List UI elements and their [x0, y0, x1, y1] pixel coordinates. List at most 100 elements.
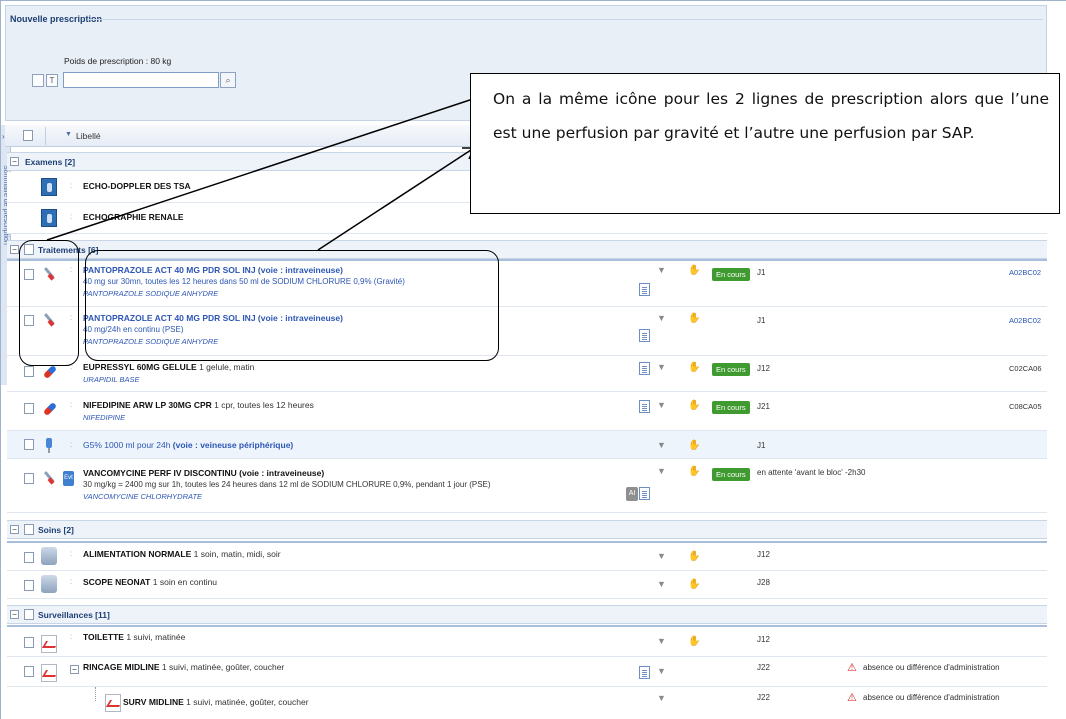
filter-icon[interactable]: ▼ — [657, 440, 666, 450]
atc-code[interactable]: C08CA05 — [1009, 402, 1042, 411]
document-icon[interactable] — [639, 666, 650, 679]
administer-hand-icon[interactable]: ✋ — [688, 362, 700, 373]
row-checkbox[interactable] — [24, 366, 34, 377]
exam-label: ECHO-DOPPLER DES TSA — [83, 181, 191, 191]
collapse-icon[interactable]: − — [10, 157, 19, 166]
treatment-detail-text: 30 mg/kg = 2400 mg sur 1h, toutes les 24… — [83, 480, 491, 489]
text-format-icon[interactable]: T — [46, 74, 58, 87]
exam-icon — [41, 209, 57, 227]
document-icon[interactable] — [639, 487, 650, 500]
filter-icon[interactable]: ▼ — [657, 666, 666, 676]
chart-icon — [105, 694, 121, 712]
warning-icon: ⚠ — [847, 692, 857, 704]
collapse-icon[interactable]: − — [10, 610, 19, 619]
row-checkbox[interactable] — [24, 552, 34, 563]
row-checkbox[interactable] — [24, 473, 34, 484]
surveillance-title-text: SURV MIDLINE — [123, 697, 184, 707]
status-badge: En cours — [712, 468, 750, 481]
day-label: J12 — [757, 364, 770, 373]
event-badge[interactable]: Evt — [63, 471, 74, 486]
row-checkbox[interactable] — [24, 580, 34, 591]
treatment-title-text: G5% 1000 ml pour 24h — [83, 440, 171, 450]
drip-icon — [41, 436, 57, 454]
tree-line — [95, 687, 96, 701]
surveillance-frequency: 1 suivi, matinée, goûter, coucher — [161, 662, 285, 672]
filter-icon[interactable]: ▼ — [657, 579, 666, 589]
administer-hand-icon[interactable]: ✋ — [688, 400, 700, 411]
surveillance-title: RINCAGE MIDLINE 1 suivi, matinée, goûter… — [83, 662, 284, 672]
care-title: ALIMENTATION NORMALE 1 soin, matin, midi… — [83, 549, 281, 559]
day-label: J1 — [757, 268, 766, 277]
lines-highlight-box — [85, 250, 499, 361]
atc-code[interactable]: A02BC02 — [1009, 268, 1041, 277]
panel-divider — [88, 19, 1043, 20]
document-icon[interactable] — [639, 283, 650, 296]
care-icon — [41, 575, 57, 593]
filter-icon[interactable]: ▼ — [657, 313, 666, 323]
surveillance-row[interactable]: : TOILETTE 1 suivi, matinée ▼ ✋ J12 — [7, 625, 1047, 657]
group-label: Soins [2] — [38, 525, 74, 535]
header-separator — [45, 127, 46, 145]
sort-icon[interactable]: ▼ — [65, 131, 72, 138]
row-checkbox[interactable] — [24, 637, 34, 648]
treatment-detail: 30 mg/kg = 2400 mg sur 1h, toutes les 24… — [83, 480, 491, 489]
administer-hand-icon[interactable]: ✋ — [688, 440, 700, 451]
surveillance-row[interactable]: − RINCAGE MIDLINE 1 suivi, matinée, goût… — [7, 657, 1047, 687]
filter-icon[interactable]: ▼ — [657, 636, 666, 646]
document-icon[interactable] — [639, 329, 650, 342]
treatment-title-text: VANCOMYCINE PERF IV DISCONTINU (voie : i… — [83, 468, 325, 478]
administer-hand-icon[interactable]: ✋ — [688, 551, 700, 562]
filter-icon[interactable]: ▼ — [657, 362, 666, 372]
group-surveillances[interactable]: − Surveillances [11] — [7, 605, 1047, 624]
administer-hand-icon[interactable]: ✋ — [688, 313, 700, 324]
document-icon[interactable] — [639, 400, 650, 413]
group-label: Examens [2] — [25, 157, 76, 167]
checkbox-icon[interactable] — [32, 74, 44, 87]
select-all-checkbox[interactable] — [23, 130, 33, 141]
row-checkbox[interactable] — [24, 403, 34, 414]
treatment-row[interactable]: : G5% 1000 ml pour 24h (voie : veineuse … — [7, 431, 1047, 459]
collapse-icon[interactable]: − — [70, 665, 79, 674]
search-button[interactable]: ⌕ — [220, 72, 236, 88]
atc-code[interactable]: C02CA06 — [1009, 364, 1042, 373]
collapse-icon[interactable]: − — [10, 525, 19, 534]
exam-label: ECHOGRAPHIE RENALE — [83, 212, 184, 222]
treatment-row[interactable]: : EUPRESSYL 60MG GELULE 1 gelule, matin … — [7, 356, 1047, 392]
document-icon[interactable] — [639, 362, 650, 375]
day-label: J12 — [757, 550, 770, 559]
filter-icon[interactable]: ▼ — [657, 551, 666, 561]
filter-icon[interactable]: ▼ — [657, 400, 666, 410]
group-soins[interactable]: − Soins [2] — [7, 520, 1047, 539]
filter-icon[interactable]: ▼ — [657, 466, 666, 476]
ai-badge[interactable]: AI — [626, 487, 638, 501]
surveillance-row[interactable]: SURV MIDLINE 1 suivi, matinée, goûter, c… — [7, 687, 1047, 719]
surveillance-title: SURV MIDLINE 1 suivi, matinée, goûter, c… — [123, 697, 309, 707]
surveillance-frequency: 1 suivi, matinée, goûter, coucher — [186, 697, 309, 707]
care-row[interactable]: : SCOPE NEONAT 1 soin en continu ▼ ✋ J28 — [7, 571, 1047, 599]
row-checkbox[interactable] — [24, 439, 34, 450]
day-label: J21 — [757, 402, 770, 411]
treatment-row[interactable]: Evt VANCOMYCINE PERF IV DISCONTINU (voie… — [7, 459, 1047, 513]
administer-hand-icon[interactable]: ✋ — [688, 579, 700, 590]
filter-icon[interactable]: ▼ — [657, 693, 666, 703]
group-checkbox[interactable] — [24, 524, 34, 535]
icon-highlight-box — [19, 240, 79, 366]
treatment-title: G5% 1000 ml pour 24h (voie : veineuse pé… — [83, 440, 293, 450]
administer-hand-icon[interactable]: ✋ — [688, 636, 700, 647]
row-checkbox[interactable] — [24, 666, 34, 677]
status-badge: En cours — [712, 401, 750, 414]
collapse-icon[interactable]: − — [10, 245, 19, 254]
treatment-title-text: EUPRESSYL 60MG GELULE — [83, 362, 197, 372]
column-header-label[interactable]: Libellé — [76, 131, 101, 141]
administer-hand-icon[interactable]: ✋ — [688, 466, 700, 477]
administer-hand-icon[interactable]: ✋ — [688, 265, 700, 276]
treatment-title: NIFEDIPINE ARW LP 30MG CPR 1 cpr, toutes… — [83, 400, 314, 410]
care-row[interactable]: : ALIMENTATION NORMALE 1 soin, matin, mi… — [7, 541, 1047, 571]
treatment-dosage: 1 gelule, matin — [199, 362, 255, 372]
group-checkbox[interactable] — [24, 609, 34, 620]
atc-code[interactable]: A02BC02 — [1009, 316, 1041, 325]
treatment-row[interactable]: : NIFEDIPINE ARW LP 30MG CPR 1 cpr, tout… — [7, 392, 1047, 431]
group-label: Surveillances [11] — [38, 610, 110, 620]
filter-icon[interactable]: ▼ — [657, 265, 666, 275]
search-input[interactable] — [63, 72, 219, 88]
